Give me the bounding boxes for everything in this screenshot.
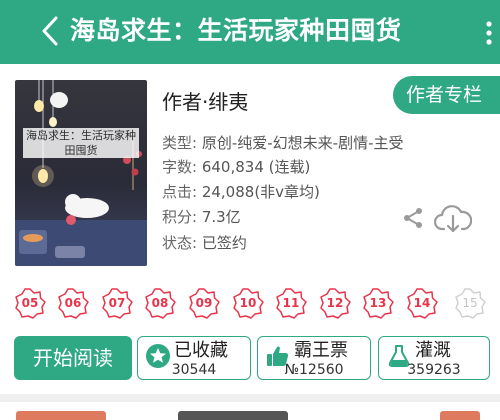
day-label: 10 bbox=[239, 296, 257, 310]
collect-label: 已收藏 bbox=[174, 340, 228, 361]
book-cover[interactable]: 海岛求生：生活玩家种田囤货 bbox=[15, 80, 147, 266]
day-label: 12 bbox=[326, 296, 344, 310]
day-badge: 11 bbox=[274, 286, 308, 320]
next-section-peek bbox=[0, 402, 500, 420]
day-label: 08 bbox=[151, 296, 169, 310]
irrigate-label: 灌溉 bbox=[415, 340, 451, 361]
day-badge: 07 bbox=[100, 286, 134, 320]
day-badge: 15 bbox=[453, 286, 487, 320]
vote-button[interactable]: 霸王票 №12560 bbox=[257, 336, 371, 380]
day-badge: 06 bbox=[56, 286, 90, 320]
meta-value: 原创-纯爱-幻想未来-剧情-主受 bbox=[201, 134, 404, 152]
day-label: 06 bbox=[64, 296, 82, 310]
meta-value: 已签约 bbox=[201, 234, 247, 252]
meta-value: 24,088(非v章均) bbox=[201, 183, 320, 201]
collect-button[interactable]: 已收藏 30544 bbox=[137, 336, 251, 380]
vote-count: №12560 bbox=[284, 362, 344, 378]
meta-score: 积分: 7.3亿 bbox=[162, 207, 241, 227]
section-stub bbox=[16, 411, 106, 420]
cloud-download-icon[interactable] bbox=[434, 203, 472, 235]
day-label: 15 bbox=[462, 296, 478, 310]
collect-count: 30544 bbox=[171, 362, 217, 378]
cover-title: 海岛求生：生活玩家种田囤货 bbox=[23, 128, 139, 158]
page-title: 海岛求生：生活玩家种田囤货 bbox=[70, 16, 402, 45]
day-label: 07 bbox=[108, 296, 126, 310]
meta-genre: 类型: 原创-纯爱-幻想未来-剧情-主受 bbox=[162, 133, 403, 153]
day-badge: 10 bbox=[231, 286, 265, 320]
day-label: 05 bbox=[21, 296, 39, 310]
day-label: 14 bbox=[413, 296, 431, 310]
meta-value: 7.3亿 bbox=[201, 208, 241, 226]
more-vertical-icon[interactable] bbox=[482, 20, 496, 46]
cover-illustration bbox=[15, 80, 147, 266]
day-badge: 12 bbox=[318, 286, 352, 320]
day-badge: 13 bbox=[361, 286, 395, 320]
irrigate-count: 359263 bbox=[407, 362, 461, 378]
meta-word-count: 字数: 640,834 (连载) bbox=[162, 157, 310, 177]
meta-label: 积分: bbox=[162, 208, 202, 226]
section-divider bbox=[0, 394, 500, 402]
vote-label: 霸王票 bbox=[294, 340, 348, 361]
author-name[interactable]: 作者·绯夷 bbox=[162, 86, 248, 115]
irrigate-button[interactable]: 灌溉 359263 bbox=[378, 336, 490, 380]
chevron-left-icon[interactable] bbox=[36, 14, 66, 48]
day-label: 09 bbox=[195, 296, 213, 310]
meta-label: 字数: bbox=[162, 158, 202, 176]
day-badge: 08 bbox=[143, 286, 177, 320]
day-label: 11 bbox=[282, 296, 300, 310]
start-reading-button[interactable]: 开始阅读 bbox=[14, 336, 132, 380]
meta-clicks: 点击: 24,088(非v章均) bbox=[162, 182, 320, 202]
meta-status: 状态: 已签约 bbox=[162, 233, 247, 253]
share-icon[interactable] bbox=[401, 206, 425, 230]
author-column-button[interactable]: 作者专栏 bbox=[393, 76, 500, 114]
meta-value: 640,834 (连载) bbox=[201, 158, 311, 176]
day-badge: 09 bbox=[187, 286, 221, 320]
day-badge: 14 bbox=[405, 286, 439, 320]
meta-label: 点击: bbox=[162, 183, 202, 201]
meta-label: 状态: bbox=[162, 234, 202, 252]
meta-label: 类型: bbox=[162, 134, 202, 152]
day-badge: 05 bbox=[13, 286, 47, 320]
day-label: 13 bbox=[369, 296, 387, 310]
top-bar: 海岛求生：生活玩家种田囤货 bbox=[0, 0, 500, 64]
section-stub bbox=[440, 411, 480, 420]
section-stub bbox=[178, 411, 288, 420]
